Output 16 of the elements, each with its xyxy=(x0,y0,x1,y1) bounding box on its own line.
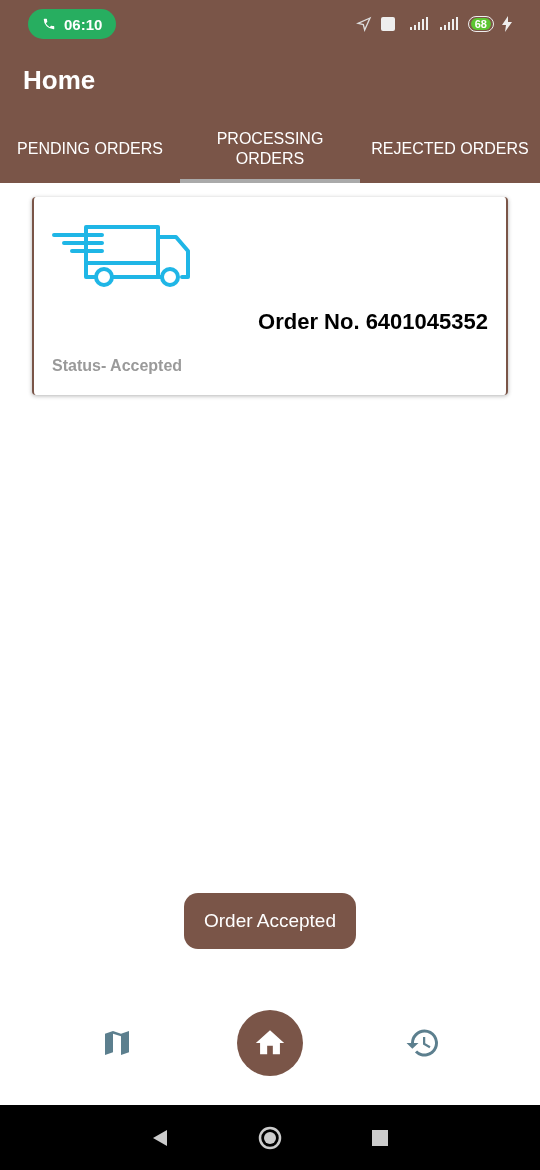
tab[interactable]: REJECTED ORDERS xyxy=(360,118,540,183)
phone-icon xyxy=(42,17,56,31)
tab[interactable]: PENDING ORDERS xyxy=(0,118,180,183)
status-time: 06:10 xyxy=(64,15,103,33)
tab[interactable]: PROCESSING ORDERS xyxy=(180,118,360,183)
back-icon[interactable] xyxy=(152,1128,168,1147)
home-circle-icon[interactable] xyxy=(258,1125,282,1150)
order-status: Status- Accepted xyxy=(52,357,184,375)
app-title: Home xyxy=(23,65,96,95)
charging-icon xyxy=(502,16,512,32)
location-icon xyxy=(355,16,372,32)
order-card[interactable]: Order No. 6401045352 Status- Accepted xyxy=(32,197,508,395)
signal-icon xyxy=(437,16,460,32)
order-number: Order No. 6401045352 xyxy=(258,309,488,335)
toast-message: Order Accepted xyxy=(184,893,356,949)
square-icon[interactable] xyxy=(372,1129,388,1146)
